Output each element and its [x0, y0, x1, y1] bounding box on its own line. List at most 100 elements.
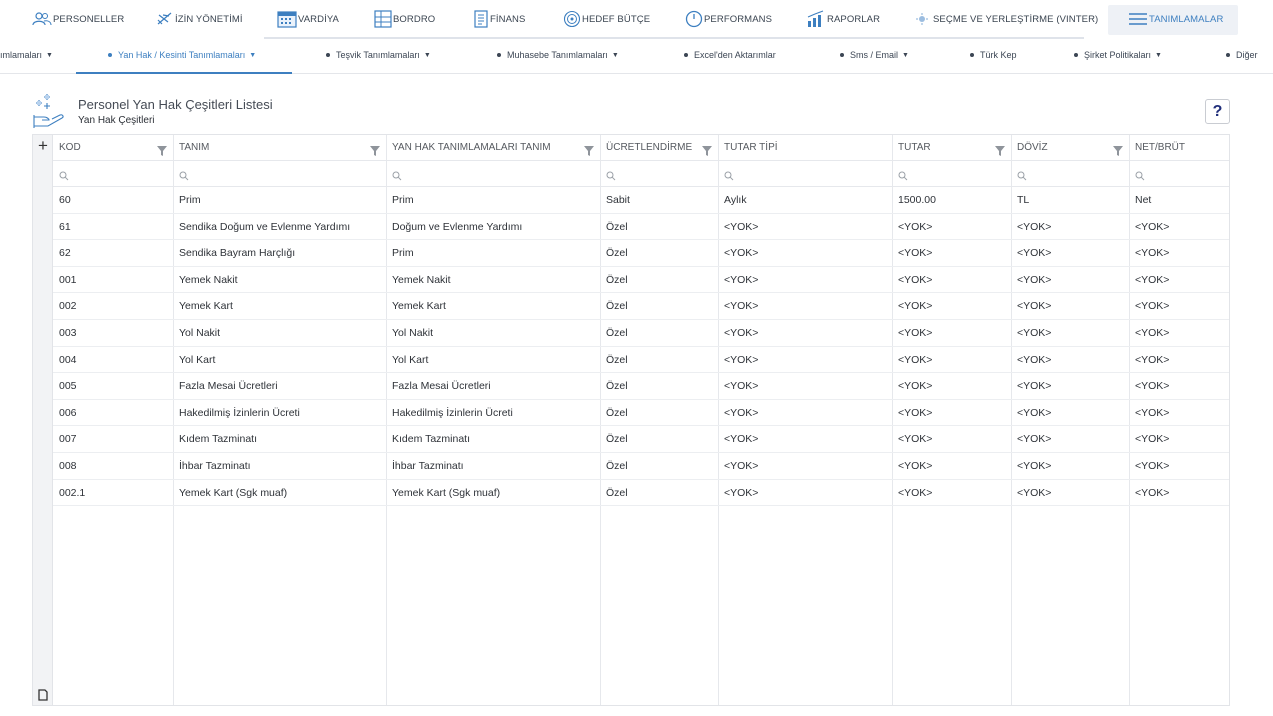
bullet-icon: [1226, 53, 1230, 57]
chevron-down-icon: ▼: [249, 51, 257, 59]
search-icon[interactable]: [724, 168, 734, 181]
subnav-item-tanimlamalari[interactable]: ımlamaları ▼: [0, 50, 53, 60]
filter-funnel-icon[interactable]: [702, 143, 712, 156]
table-cell: <YOK>: [724, 327, 759, 339]
export-document-icon[interactable]: [37, 688, 49, 701]
table-cell: <YOK>: [898, 380, 933, 393]
table-cell: <YOK>: [1017, 486, 1052, 499]
table-cell: <YOK>: [1017, 273, 1052, 286]
search-icon[interactable]: [59, 168, 69, 181]
add-row-button[interactable]: +: [34, 137, 52, 155]
subnav-item-diger[interactable]: Diğer: [1226, 50, 1258, 60]
table-row[interactable]: 008 İhbar Tazminatı İhbar Tazminatı Özel <YO…: [53, 453, 1229, 480]
nav-item-izin[interactable]: İZİN YÖNETİMİ: [156, 8, 243, 30]
nav-label: VARDİYA: [298, 13, 339, 25]
table-cell: <YOK>: [1017, 406, 1052, 419]
table-row[interactable]: 006 Hakedilmiş İzinlerin Ücreti Hakedilmiş…: [53, 400, 1229, 427]
grid-toolbar: +: [33, 135, 53, 705]
table-row[interactable]: 61 Sendika Doğum ve Evlenme Yardımı Doğum …: [53, 214, 1229, 241]
table-cell: <YOK>: [1135, 406, 1170, 419]
grid-icon: [374, 10, 392, 28]
table-cell: Sendika Doğum ve Evlenme Yardımı: [179, 220, 351, 233]
subnav-item-sms-email[interactable]: Sms / Email ▼: [840, 50, 909, 60]
nav-item-vardiya[interactable]: VARDİYA: [277, 8, 339, 30]
table-cell: <YOK>: [724, 433, 759, 446]
filter-funnel-icon[interactable]: [157, 143, 167, 156]
table-cell: Prim: [179, 194, 201, 206]
table-row[interactable]: 002 Yemek Kart Yemek Kart Özel <YOK> <YOK> <YO…: [53, 293, 1229, 320]
subnav-label: Muhasebe Tanımlamaları: [507, 50, 608, 60]
table-cell: Özel: [606, 220, 628, 233]
table-cell: 006: [59, 406, 77, 419]
table-cell: 004: [59, 353, 77, 366]
nav-item-personeller[interactable]: PERSONELLER: [32, 8, 124, 30]
hamburger-icon: [1128, 12, 1148, 26]
table-cell: <YOK>: [898, 327, 933, 339]
table-cell: <YOK>: [898, 406, 933, 419]
nav-item-raporlar[interactable]: RAPORLAR: [806, 8, 880, 30]
nav-item-hedef-butce[interactable]: HEDEF BÜTÇE: [563, 8, 650, 30]
table-cell: Kıdem Tazminatı: [179, 433, 258, 446]
column-header[interactable]: NET/BRÜT: [1129, 135, 1213, 161]
table-row[interactable]: 001 Yemek Nakit Yemek Nakit Özel <YOK> <YOK> <…: [53, 267, 1229, 294]
table-cell: Özel: [606, 433, 628, 446]
table-row[interactable]: 004 Yol Kart Yol Kart Özel <YOK> <YOK> <YOK> <Y…: [53, 347, 1229, 374]
column-header[interactable]: KOD: [53, 135, 157, 161]
column-header[interactable]: DÖVİZ: [1011, 135, 1113, 161]
table-row[interactable]: 005 Fazla Mesai Ücretleri Fazla Mesai Ücre…: [53, 373, 1229, 400]
table-cell: Sabit: [606, 194, 630, 206]
subnav-item-yan-hak[interactable]: Yan Hak / Kesinti Tanımlamaları ▼: [108, 50, 256, 60]
table-cell: Özel: [606, 327, 628, 339]
table-cell: Özel: [606, 380, 628, 393]
subnav-active-indicator: [76, 72, 292, 74]
filter-funnel-icon[interactable]: [584, 143, 594, 156]
nav-item-finans[interactable]: FİNANS: [473, 8, 525, 30]
table-cell: Prim: [392, 194, 414, 206]
bullet-icon: [684, 53, 688, 57]
filter-funnel-icon[interactable]: [370, 143, 380, 156]
filter-funnel-icon[interactable]: [1113, 143, 1123, 156]
nav-item-tanimlamalar[interactable]: TANIMLAMALAR: [1128, 8, 1223, 30]
nav-label: RAPORLAR: [827, 13, 881, 25]
table-row[interactable]: 62 Sendika Bayram Harçlığı Prim Özel <YOK> <Y…: [53, 240, 1229, 267]
search-icon[interactable]: [1017, 168, 1027, 181]
nav-label: PERFORMANS: [704, 13, 773, 25]
table-row[interactable]: 002.1 Yemek Kart (Sgk muaf) Yemek Kart (Sg…: [53, 480, 1229, 507]
column-header[interactable]: TUTAR TİPİ: [718, 135, 876, 161]
help-button[interactable]: ?: [1205, 99, 1230, 124]
table-cell: Yol Kart: [392, 353, 429, 366]
table-row[interactable]: 007 Kıdem Tazminatı Kıdem Tazminatı Özel <YO…: [53, 426, 1229, 453]
subnav-item-muhasebe[interactable]: Muhasebe Tanımlamaları ▼: [497, 50, 619, 60]
table-cell: 005: [59, 380, 77, 393]
search-icon[interactable]: [606, 168, 616, 181]
table-cell: <YOK>: [898, 486, 933, 499]
table-cell: <YOK>: [1135, 486, 1170, 499]
subnav-item-turk-kep[interactable]: Türk Kep: [970, 50, 1017, 60]
nav-divider: [264, 37, 1084, 39]
table-row[interactable]: 003 Yol Nakit Yol Nakit Özel <YOK> <YOK> <YOK>…: [53, 320, 1229, 347]
search-icon[interactable]: [898, 168, 908, 181]
subnav-item-excel[interactable]: Excel'den Aktarımlar: [684, 50, 776, 60]
column-header[interactable]: YAN HAK TANIMLAMALARI TANIM: [386, 135, 584, 161]
table-cell: TL: [1017, 194, 1030, 206]
column-header[interactable]: TUTAR: [892, 135, 995, 161]
nav-item-secme-yerlestirme[interactable]: SEÇME VE YERLEŞTİRME (VINTER): [915, 8, 1098, 30]
calendar-icon: [277, 10, 297, 28]
column-header[interactable]: TANIM: [173, 135, 370, 161]
table-cell: Özel: [606, 460, 628, 472]
subnav-item-sirket-politikalari[interactable]: Şirket Politikaları ▼: [1074, 50, 1162, 60]
subnav-label: Teşvik Tanımlamaları: [336, 50, 420, 60]
search-icon[interactable]: [179, 168, 189, 181]
column-header[interactable]: ÜCRETLENDİRME: [600, 135, 702, 161]
nav-item-performans[interactable]: PERFORMANS: [685, 8, 772, 30]
search-icon[interactable]: [392, 168, 402, 181]
filter-funnel-icon[interactable]: [995, 143, 1005, 156]
subnav-item-tesvik[interactable]: Teşvik Tanımlamaları ▼: [326, 50, 431, 60]
chevron-down-icon: ▼: [902, 51, 909, 59]
table-cell: <YOK>: [1017, 247, 1052, 260]
bullet-icon: [108, 53, 112, 57]
table-row[interactable]: 60 Prim Prim Sabit Aylık 1500.00 TL Net: [53, 187, 1229, 214]
nav-item-bordro[interactable]: BORDRO: [374, 8, 435, 30]
table-cell: Yol Kart: [179, 353, 216, 366]
search-icon[interactable]: [1135, 168, 1145, 181]
